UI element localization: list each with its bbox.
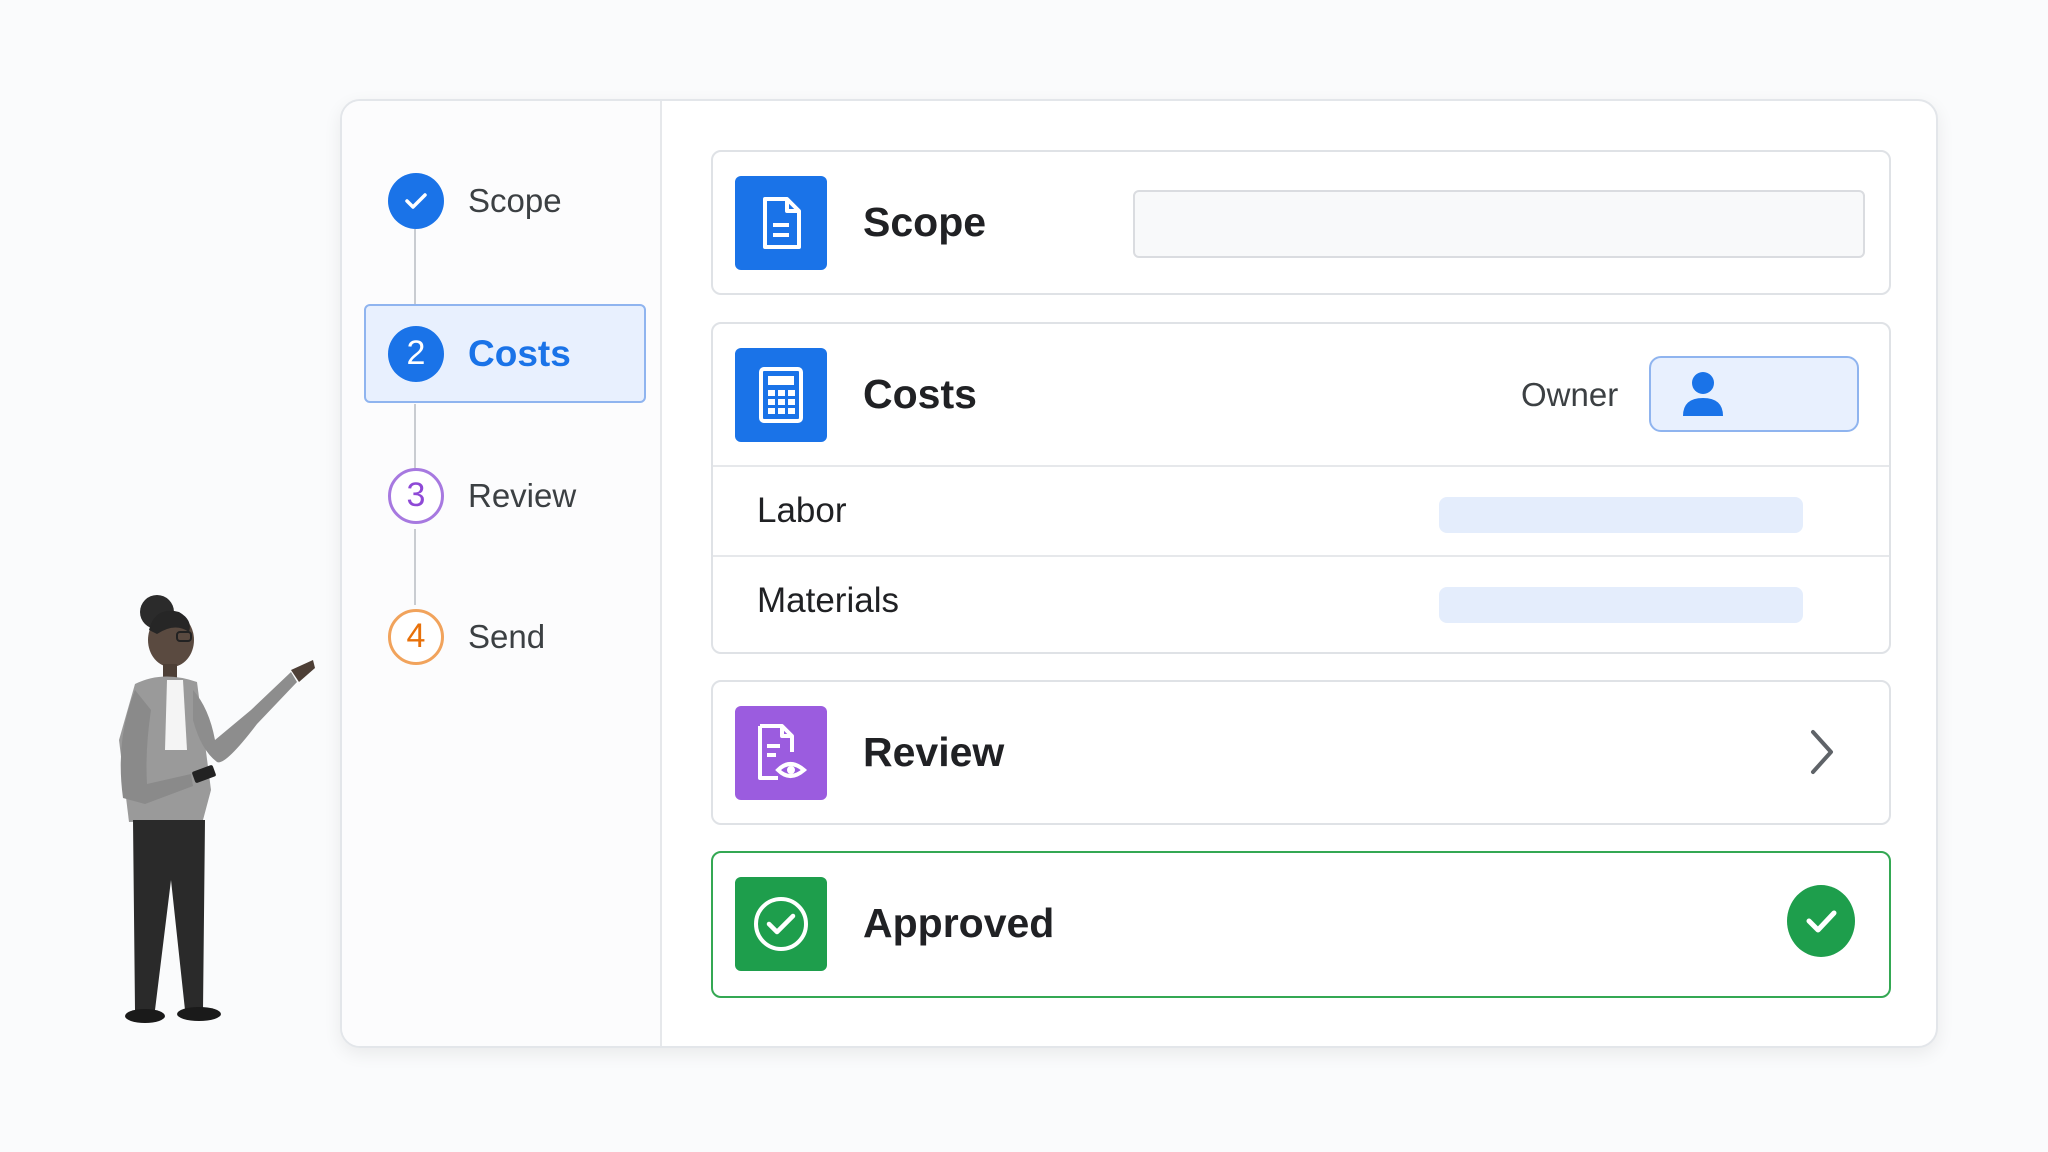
owner-label: Owner (1521, 376, 1619, 413)
cost-label: Labor (757, 491, 847, 530)
step-number: 4 (388, 608, 444, 665)
cost-row-materials: Materials (713, 555, 1889, 645)
step-number: 3 (388, 467, 444, 524)
review-card[interactable]: Review (711, 680, 1891, 825)
check-circle-icon (735, 876, 827, 971)
owner-select[interactable] (1649, 356, 1859, 432)
calculator-icon (735, 347, 827, 442)
card-title: Costs (863, 371, 977, 417)
cost-row-labor: Labor (713, 465, 1889, 555)
costs-card: Costs Owner Labor Materials (711, 322, 1891, 654)
step-label: Send (468, 617, 546, 655)
cost-label: Materials (757, 581, 899, 620)
step-number: 2 (388, 325, 444, 382)
step-review[interactable]: 3 Review (364, 446, 646, 545)
step-label: Scope (468, 181, 562, 219)
presenter-illustration (119, 595, 315, 1023)
check-icon (388, 172, 444, 229)
user-icon (1683, 372, 1723, 416)
card-title: Scope (863, 199, 987, 245)
content-panel: Scope Costs Owner Labor Materials Review… (662, 101, 1936, 1046)
card-title: Approved (863, 900, 1055, 946)
approved-card: Approved (711, 851, 1891, 998)
card-title: Review (863, 729, 1005, 775)
document-icon (735, 175, 827, 270)
chevron-right-icon[interactable] (1809, 728, 1835, 776)
step-sidebar: Scope 2 Costs 3 Review 4 Send (342, 101, 662, 1046)
step-scope[interactable]: Scope (364, 151, 646, 250)
step-label: Costs (468, 332, 571, 374)
approved-check-icon (1787, 885, 1855, 957)
scope-input[interactable] (1133, 190, 1865, 258)
scope-card: Scope (711, 150, 1891, 295)
materials-input[interactable] (1439, 587, 1803, 623)
step-label: Review (468, 476, 577, 514)
workflow-window: Scope 2 Costs 3 Review 4 Send Scope Cost… (340, 99, 1938, 1048)
document-review-icon (735, 705, 827, 800)
step-send[interactable]: 4 Send (364, 587, 646, 686)
labor-input[interactable] (1439, 497, 1803, 533)
step-costs[interactable]: 2 Costs (364, 304, 646, 403)
